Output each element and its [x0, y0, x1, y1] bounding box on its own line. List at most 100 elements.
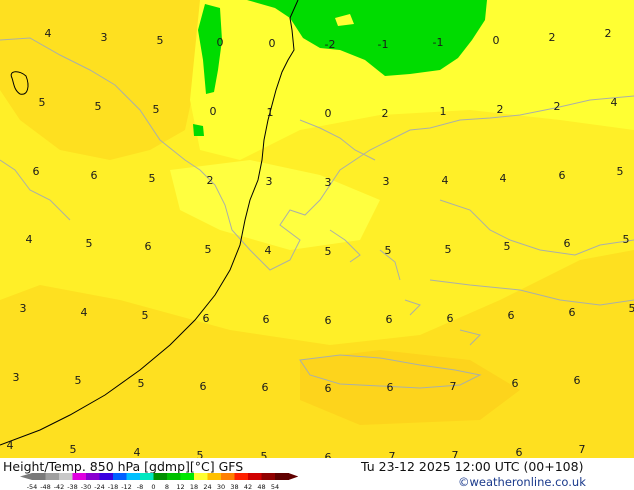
- temp-value-label: 6: [386, 313, 393, 326]
- temp-value-label: 4: [265, 244, 272, 257]
- temp-value-label: 4: [500, 172, 507, 185]
- temp-value-label: 5: [142, 309, 149, 322]
- temp-value-label: 5: [86, 237, 93, 250]
- scale-swatch: [86, 473, 100, 480]
- scale-swatch: [45, 473, 60, 480]
- temp-value-label: 4: [7, 439, 14, 452]
- scale-swatch: [167, 473, 181, 480]
- temp-value-label: 5: [205, 243, 212, 256]
- temp-value-label: 3: [101, 31, 108, 44]
- scale-tick-label: 8: [165, 483, 169, 490]
- temp-value-label: 5: [149, 172, 156, 185]
- scale-tick-label: -48: [40, 483, 51, 490]
- temp-value-label: -2: [325, 38, 336, 51]
- temp-value-label: 6: [512, 377, 519, 390]
- temp-value-label: 6: [508, 309, 515, 322]
- temp-value-label: 5: [75, 374, 82, 387]
- temp-value-label: 4: [81, 306, 88, 319]
- scale-tick-label: -42: [54, 483, 65, 490]
- temp-value-label: 6: [200, 380, 207, 393]
- temp-value-label: 2: [554, 100, 561, 113]
- temp-value-label: 7: [452, 449, 459, 458]
- scale-tick-label: -8: [137, 483, 143, 490]
- scale-arrow-left: [20, 473, 32, 480]
- temp-value-label: 6: [262, 381, 269, 394]
- temp-value-label: 5: [197, 449, 204, 458]
- map-canvas: 4 3 5 0 0 -2 -1 -1 0 2 2 5 5 5 0 1 0 2 1 2 2 4 6 6 5 2 3 3 3 4 4 6 5 4 5 6 5…: [0, 0, 634, 458]
- scale-swatch: [72, 473, 87, 480]
- scale-swatch: [261, 473, 276, 480]
- scale-swatch: [99, 473, 114, 480]
- temp-value-label: 5: [385, 244, 392, 257]
- temp-value-label: 5: [39, 96, 46, 109]
- temp-value-label: 6: [569, 306, 576, 319]
- scale-tick-label: -30: [81, 483, 92, 490]
- color-scale-bar: -54 -48 -42 -38 -30 -24 -18 -12 -8 0 8 12 18 24 30 38 42…: [20, 473, 298, 490]
- temp-value-label: 6: [447, 312, 454, 325]
- temp-value-label: 2: [207, 174, 214, 187]
- scale-swatch: [180, 473, 195, 480]
- credit-link[interactable]: ©weatheronline.co.uk: [458, 475, 586, 489]
- temp-value-label: 7: [389, 450, 396, 458]
- temp-value-label: 5: [153, 103, 160, 116]
- temp-value-label: 6: [325, 314, 332, 327]
- temp-value-label: 5: [445, 243, 452, 256]
- temp-value-label: 4: [45, 27, 52, 40]
- temp-value-label: 6: [263, 313, 270, 326]
- temp-value-label: 4: [442, 174, 449, 187]
- scale-swatch: [153, 473, 168, 480]
- temp-value-label: 5: [617, 165, 624, 178]
- temp-value-label: 3: [325, 176, 332, 189]
- temp-value-label: 6: [91, 169, 98, 182]
- forecast-datetime: Tu 23-12 2025 12:00 UTC (00+108): [361, 459, 584, 474]
- temp-value-label: 3: [13, 371, 20, 384]
- temp-value-label: 4: [611, 96, 618, 109]
- scale-tick-label: 0: [151, 483, 155, 490]
- temp-value-label: 3: [20, 302, 27, 315]
- scale-tick-label: -12: [121, 483, 132, 490]
- scale-swatch: [234, 473, 249, 480]
- temp-value-label: 1: [440, 105, 447, 118]
- temp-value-label: 4: [134, 446, 141, 458]
- scale-tick-label: 42: [244, 483, 252, 490]
- temp-value-label: 6: [387, 381, 394, 394]
- scale-arrow-right: [288, 473, 298, 480]
- scale-swatch: [59, 473, 73, 480]
- scale-swatch: [275, 473, 289, 480]
- temp-value-label: 6: [564, 237, 571, 250]
- temp-value-label: 0: [269, 37, 276, 50]
- temp-value-label: 5: [504, 240, 511, 253]
- temp-value-label: 6: [203, 312, 210, 325]
- scale-tick-label: -24: [94, 483, 105, 490]
- temp-value-label: 5: [623, 233, 630, 246]
- temp-value-label: 5: [325, 245, 332, 258]
- scale-swatch: [140, 473, 154, 480]
- scale-swatch: [126, 473, 141, 480]
- temp-value-label: 2: [382, 107, 389, 120]
- temp-value-label: 6: [574, 374, 581, 387]
- scale-tick-label: -38: [67, 483, 78, 490]
- scale-tick-label: 48: [257, 483, 265, 490]
- temp-value-label: 6: [325, 451, 332, 458]
- scale-tick-label: 38: [230, 483, 238, 490]
- temp-value-label: 2: [497, 103, 504, 116]
- temp-value-label: 5: [70, 443, 77, 456]
- temp-value-label: 0: [217, 36, 224, 49]
- temp-value-label: 5: [157, 34, 164, 47]
- temp-value-label: 5: [261, 450, 268, 458]
- scale-tick-label: 18: [190, 483, 198, 490]
- temp-value-label: 0: [210, 105, 217, 118]
- temp-value-label: 0: [325, 107, 332, 120]
- scale-swatch: [194, 473, 208, 480]
- temp-value-label: 6: [516, 446, 523, 458]
- weather-map: 4 3 5 0 0 -2 -1 -1 0 2 2 5 5 5 0 1 0 2 1 2 2 4 6 6 5 2 3 3 3 4 4 6 5 4 5 6 5…: [0, 0, 634, 458]
- temp-value-label: 5: [629, 302, 634, 315]
- temp-value-label: 2: [605, 27, 612, 40]
- scale-swatch: [221, 473, 235, 480]
- temp-value-label: 1: [267, 106, 274, 119]
- temp-value-label: 5: [95, 100, 102, 113]
- scale-tick-label: -18: [108, 483, 119, 490]
- scale-swatch: [248, 473, 262, 480]
- scale-tick-label: 12: [176, 483, 184, 490]
- temp-value-label: 7: [579, 443, 586, 456]
